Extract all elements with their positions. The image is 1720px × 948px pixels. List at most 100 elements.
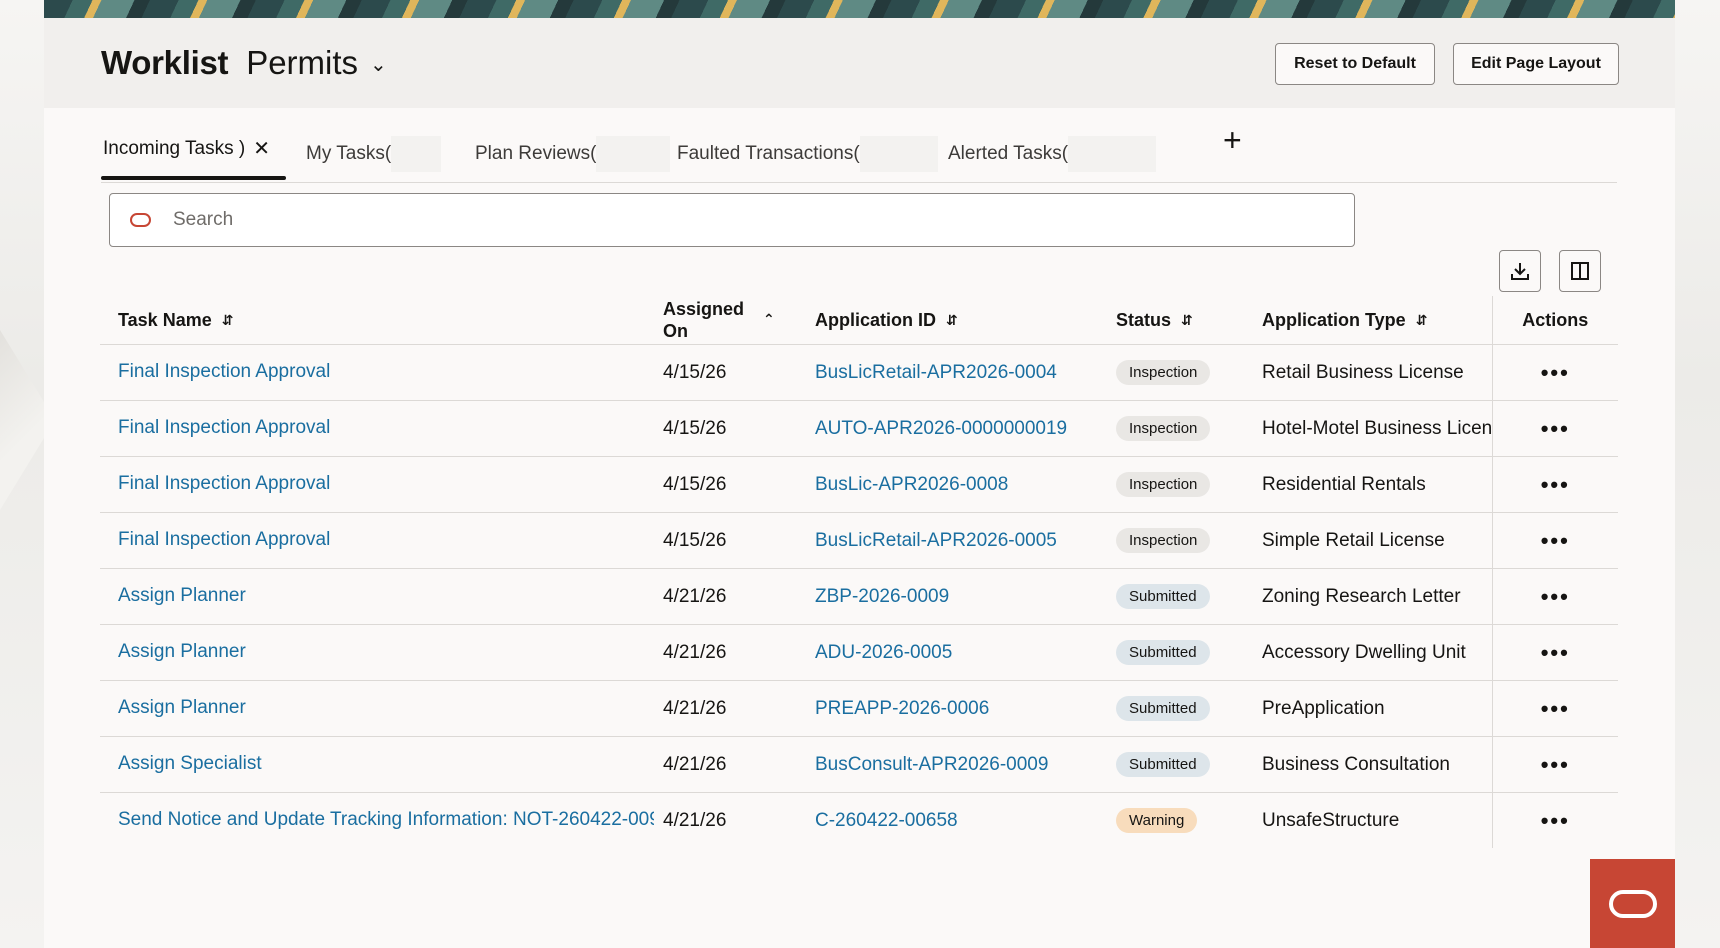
oracle-assistant-button[interactable] [1590,859,1675,948]
column-header-application-type[interactable]: Application Type ⇵ [1262,296,1492,345]
download-icon [1511,263,1529,280]
table-row[interactable]: Final Inspection Approval 4/15/26 BusLic… [100,456,1618,513]
application-type-cell: Zoning Research Letter [1262,568,1492,625]
column-header-assigned-on[interactable]: Assigned On ⌃ [663,296,815,345]
status-badge: Inspection [1116,360,1211,385]
header-label: Assigned On [663,299,745,341]
page-title: Worklist Permits ⌄ [101,44,387,82]
status-badge: Submitted [1116,696,1210,721]
status-badge: Inspection [1116,528,1211,553]
column-layout-button[interactable] [1559,250,1601,292]
column-header-application-id[interactable]: Application ID ⇵ [815,296,1116,345]
reset-to-default-button[interactable]: Reset to Default [1275,43,1435,85]
row-actions-menu-icon[interactable]: ••• [1541,808,1570,833]
redacted-count [391,136,442,172]
task-name-link[interactable]: Final Inspection Approval [118,361,330,383]
tab-alerted-tasks[interactable]: Alerted Tasks( [948,136,1157,172]
tab-label: Alerted Tasks( [948,143,1069,164]
application-type-cell: Simple Retail License [1262,512,1492,569]
row-actions-menu-icon[interactable]: ••• [1541,472,1570,497]
task-name-link[interactable]: Assign Specialist [118,753,262,775]
application-id-link[interactable]: PREAPP-2026-0006 [815,698,989,719]
worklist-panel: Worklist Permits ⌄ Reset to Default Edit… [44,18,1675,948]
header-label: Task Name [118,309,212,330]
application-id-link[interactable]: BusLicRetail-APR2026-0004 [815,362,1057,383]
search-placeholder: Search [173,209,234,230]
edit-page-layout-button[interactable]: Edit Page Layout [1453,43,1619,85]
application-id-link[interactable]: C-260422-00658 [815,810,958,831]
task-name-link[interactable]: Assign Planner [118,585,246,607]
decorative-banner [44,0,1675,18]
task-name-link[interactable]: Send Notice and Update Tracking Informat… [118,809,654,831]
table-row[interactable]: Final Inspection Approval 4/15/26 BusLic… [100,344,1618,401]
task-name-link[interactable]: Assign Planner [118,697,246,719]
assigned-on-cell: 4/15/26 [663,344,815,401]
tab-plan-reviews[interactable]: Plan Reviews( [475,136,671,172]
row-actions-menu-icon[interactable]: ••• [1541,416,1570,441]
application-type-cell: Residential Rentals [1262,456,1492,513]
row-actions-menu-icon[interactable]: ••• [1541,528,1570,553]
application-id-link[interactable]: BusConsult-APR2026-0009 [815,754,1048,775]
tab-label: Faulted Transactions( [677,143,860,164]
application-id-link[interactable]: ZBP-2026-0009 [815,586,949,607]
table-row[interactable]: Assign Specialist 4/21/26 BusConsult-APR… [100,736,1618,793]
redacted-count [596,136,671,172]
application-id-link[interactable]: BusLicRetail-APR2026-0005 [815,530,1057,551]
table-row[interactable]: Final Inspection Approval 4/15/26 BusLic… [100,512,1618,569]
row-actions-menu-icon[interactable]: ••• [1541,360,1570,385]
task-name-link[interactable]: Assign Planner [118,641,246,663]
status-badge: Warning [1116,808,1198,833]
oracle-logo-icon [1608,889,1657,918]
row-actions-menu-icon[interactable]: ••• [1541,640,1570,665]
tab-my-tasks[interactable]: My Tasks( [306,136,442,172]
sort-ascending-icon[interactable]: ⌃ [763,311,775,328]
table-row[interactable]: Assign Planner 4/21/26 ZBP-2026-0009 Sub… [100,568,1618,625]
header-label: Status [1116,309,1172,330]
search-field[interactable]: Search [109,193,1355,247]
download-button[interactable] [1499,250,1541,292]
worklist-table: Task Name ⇵ Assigned On ⌃ Application ID ⇵… [100,296,1618,848]
application-type-cell: UnsafeStructure [1262,809,1400,831]
tab-label: My Tasks( [306,143,392,164]
application-type-cell: Hotel-Motel Business License [1262,400,1492,457]
row-actions-menu-icon[interactable]: ••• [1541,696,1570,721]
assigned-on-cell: 4/21/26 [663,624,815,681]
status-badge: Inspection [1116,472,1211,497]
application-id-link[interactable]: BusLic-APR2026-0008 [815,474,1008,495]
application-type-cell: Accessory Dwelling Unit [1262,624,1492,681]
task-name-link[interactable]: Final Inspection Approval [118,473,330,495]
column-header-status[interactable]: Status ⇵ [1116,296,1262,345]
row-actions-menu-icon[interactable]: ••• [1541,752,1570,777]
table-row[interactable]: Final Inspection Approval 4/15/26 AUTO-A… [100,400,1618,457]
chevron-down-icon[interactable]: ⌄ [370,52,387,77]
background-right [1675,0,1720,948]
worklist-selector[interactable]: Permits [246,44,358,82]
sort-icon[interactable]: ⇵ [1181,312,1193,329]
worklist-title: Worklist [101,44,229,81]
tab-incoming-tasks[interactable]: Incoming Tasks ) ✕ [103,136,270,161]
table-row[interactable]: Send Notice and Update Tracking Informat… [100,792,1618,848]
active-tab-indicator [101,176,286,180]
application-id-link[interactable]: AUTO-APR2026-0000000019 [815,418,1067,439]
status-badge: Submitted [1116,584,1210,609]
column-header-actions: Actions [1491,296,1618,345]
task-name-link[interactable]: Final Inspection Approval [118,529,330,551]
status-badge: Submitted [1116,752,1210,777]
application-id-link[interactable]: ADU-2026-0005 [815,642,952,663]
assigned-on-cell: 4/21/26 [663,809,727,831]
sort-icon[interactable]: ⇵ [1416,312,1428,329]
table-row[interactable]: Assign Planner 4/21/26 PREAPP-2026-0006 … [100,680,1618,737]
sort-icon[interactable]: ⇵ [946,312,958,329]
search-icon [130,213,151,227]
table-row[interactable]: Assign Planner 4/21/26 ADU-2026-0005 Sub… [100,624,1618,681]
column-header-task-name[interactable]: Task Name ⇵ [100,296,663,345]
assigned-on-cell: 4/21/26 [663,680,815,737]
close-icon[interactable]: ✕ [253,136,270,161]
row-actions-menu-icon[interactable]: ••• [1541,584,1570,609]
task-name-link[interactable]: Final Inspection Approval [118,417,330,439]
add-tab-icon[interactable]: + [1223,122,1242,159]
application-type-cell: Business Consultation [1262,736,1492,793]
sort-icon[interactable]: ⇵ [222,312,234,329]
tab-faulted-transactions[interactable]: Faulted Transactions( [677,136,938,172]
status-badge: Inspection [1116,416,1211,441]
